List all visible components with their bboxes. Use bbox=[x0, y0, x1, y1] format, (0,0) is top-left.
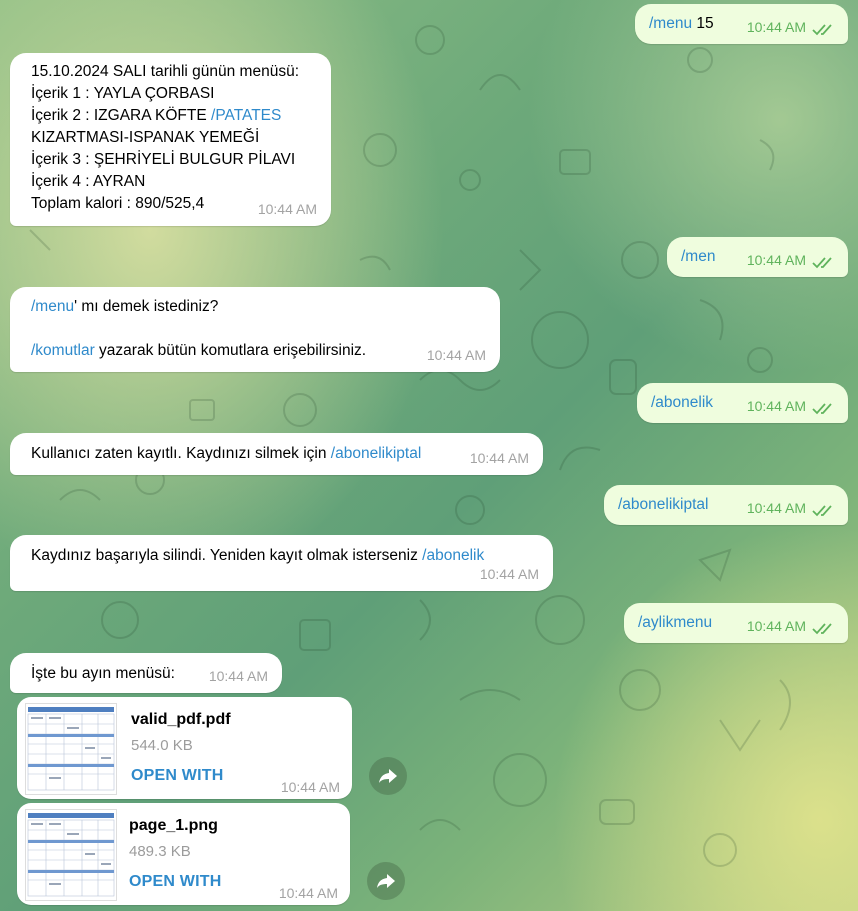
document-thumbnail[interactable] bbox=[25, 809, 117, 901]
open-with-button[interactable]: OPEN WITH bbox=[131, 767, 223, 785]
message-text: Kaydınız başarıyla silindi. Yeniden kayı… bbox=[31, 547, 423, 564]
command-link[interactable]: /abonelikiptal bbox=[618, 494, 708, 516]
message-time: 10:44 AM bbox=[257, 201, 317, 217]
message-text: Kullanıcı zaten kayıtlı. Kaydınızı silme… bbox=[31, 445, 331, 462]
message-line: 15.10.2024 SALI tarihli günün menüsü: bbox=[31, 63, 299, 80]
read-ticks-icon bbox=[812, 24, 832, 36]
file-name: valid_pdf.pdf bbox=[131, 711, 231, 728]
share-button[interactable] bbox=[369, 757, 407, 795]
message-line: İçerik 2 : IZGARA KÖFTE bbox=[31, 107, 212, 124]
share-icon bbox=[377, 874, 395, 888]
message-time: 10:44 AM bbox=[746, 500, 806, 516]
document-thumbnail[interactable] bbox=[25, 703, 117, 795]
message-time: 10:44 AM bbox=[746, 19, 806, 35]
file-attachment[interactable]: valid_pdf.pdf 544.0 KB OPEN WITH 10:44 A… bbox=[17, 697, 352, 799]
message-time: 10:44 AM bbox=[278, 885, 338, 901]
message-time: 10:44 AM bbox=[280, 779, 340, 795]
read-ticks-icon bbox=[812, 623, 832, 635]
incoming-message: İşte bu ayın menüsü: 10:44 AM bbox=[10, 653, 282, 693]
file-name: page_1.png bbox=[129, 817, 218, 834]
command-link[interactable]: /abonelik bbox=[422, 547, 484, 564]
share-button[interactable] bbox=[367, 862, 405, 900]
message-line: İçerik 1 : YAYLA ÇORBASI bbox=[31, 85, 215, 102]
command-link[interactable]: /aylikmenu bbox=[638, 612, 712, 634]
outgoing-message: /aylikmenu 10:44 AM bbox=[624, 603, 848, 643]
read-ticks-icon bbox=[812, 257, 832, 269]
command-link[interactable]: /men bbox=[681, 246, 715, 268]
message-line: İçerik 3 : ŞEHRİYELİ BULGUR PİLAVI bbox=[31, 151, 296, 168]
message-text: yazarak bütün komutlara erişebilirsiniz. bbox=[94, 342, 367, 359]
message-time: 10:44 AM bbox=[469, 450, 529, 466]
incoming-message: 15.10.2024 SALI tarihli günün menüsü: İç… bbox=[10, 53, 331, 226]
message-time: 10:44 AM bbox=[426, 347, 486, 363]
message-time: 10:44 AM bbox=[746, 252, 806, 268]
command-link[interactable]: /menu bbox=[649, 15, 692, 32]
incoming-message: Kaydınız başarıyla silindi. Yeniden kayı… bbox=[10, 535, 553, 591]
command-link[interactable]: /PATATES bbox=[211, 107, 281, 124]
file-attachment[interactable]: page_1.png 489.3 KB OPEN WITH 10:44 AM bbox=[17, 803, 350, 905]
outgoing-message: /abonelik 10:44 AM bbox=[637, 383, 848, 423]
incoming-message: /menu' mı demek istediniz? /komutlar yaz… bbox=[10, 287, 500, 372]
message-time: 10:44 AM bbox=[746, 618, 806, 634]
message-time: 10:44 AM bbox=[479, 566, 539, 582]
command-link[interactable]: /abonelikiptal bbox=[331, 445, 421, 462]
share-icon bbox=[379, 769, 397, 783]
outgoing-message: /men 10:44 AM bbox=[667, 237, 848, 277]
open-with-button[interactable]: OPEN WITH bbox=[129, 873, 221, 891]
message-text: İşte bu ayın menüsü: bbox=[31, 665, 175, 682]
incoming-message: Kullanıcı zaten kayıtlı. Kaydınızı silme… bbox=[10, 433, 543, 475]
message-line: KIZARTMASI-ISPANAK YEMEĞİ bbox=[31, 129, 260, 146]
message-text: 15 bbox=[692, 15, 714, 32]
command-link[interactable]: /abonelik bbox=[651, 392, 713, 414]
command-link[interactable]: /komutlar bbox=[31, 342, 95, 359]
file-size: 489.3 KB bbox=[129, 843, 191, 860]
message-time: 10:44 AM bbox=[208, 668, 268, 684]
read-ticks-icon bbox=[812, 403, 832, 415]
outgoing-message: /abonelikiptal 10:44 AM bbox=[604, 485, 848, 525]
command-link[interactable]: /menu bbox=[31, 298, 74, 315]
outgoing-message: /menu 15 10:44 AM bbox=[635, 4, 848, 44]
read-ticks-icon bbox=[812, 505, 832, 517]
file-size: 544.0 KB bbox=[131, 737, 193, 754]
message-line: İçerik 4 : AYRAN bbox=[31, 173, 146, 190]
message-text: ' mı demek istediniz? bbox=[74, 298, 219, 315]
message-time: 10:44 AM bbox=[746, 398, 806, 414]
